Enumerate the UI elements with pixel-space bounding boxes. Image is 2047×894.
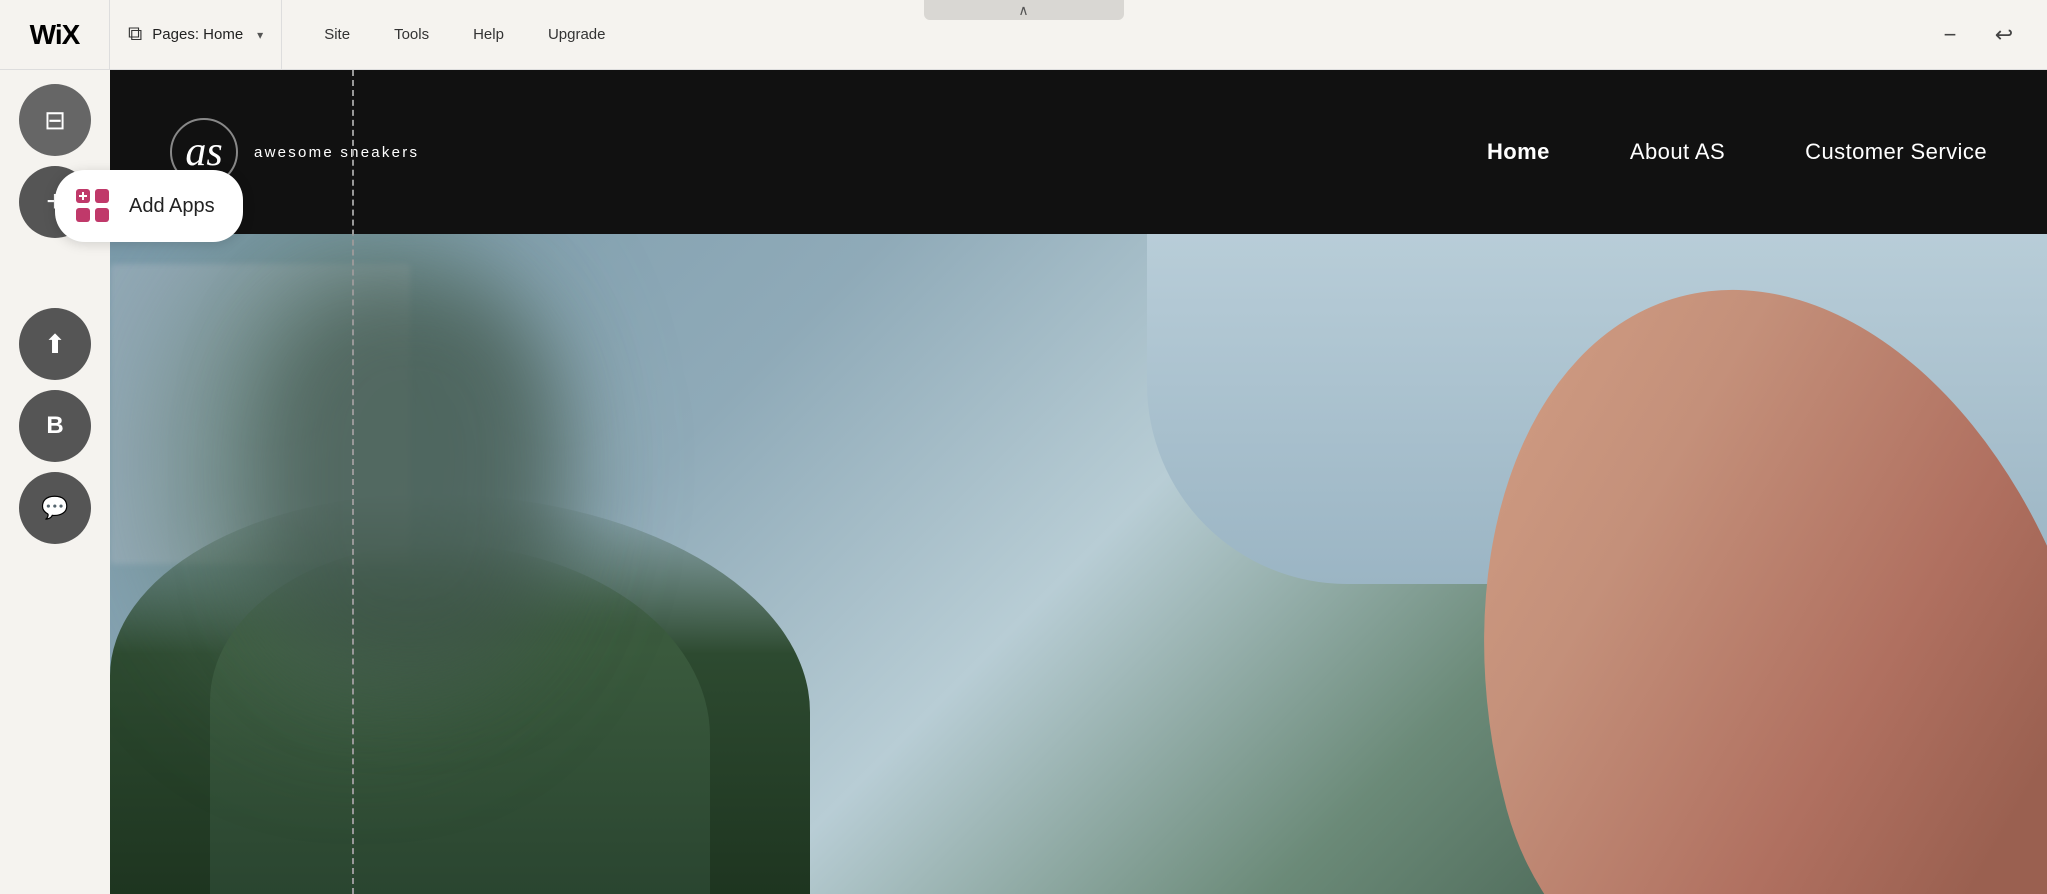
site-nav-customer-service[interactable]: Customer Service — [1805, 139, 1987, 165]
website-preview: as awesome sneakers Home About AS Custom… — [110, 70, 2047, 894]
wix-logo: WiX — [30, 19, 80, 51]
add-apps-label: Add Apps — [129, 195, 215, 218]
upload-icon: ⬆ — [44, 329, 66, 360]
canvas-area: as awesome sneakers Home About AS Custom… — [110, 70, 2047, 894]
add-apps-tooltip[interactable]: Add Apps — [55, 170, 243, 242]
sidebar-pages-button[interactable]: ⊟ — [19, 84, 91, 156]
chat-icon: 💬 — [41, 495, 68, 521]
hero-bg-blur-2 — [260, 284, 560, 684]
toolbar: WiX ⧉ Pages: Home ▾ Site Tools Help Upgr… — [0, 0, 2047, 70]
blog-icon: B — [46, 412, 63, 440]
site-navbar: as awesome sneakers Home About AS Custom… — [110, 70, 2047, 234]
pages-dropdown[interactable]: ⧉ Pages: Home ▾ — [110, 0, 282, 69]
site-nav-links: Home About AS Customer Service — [1487, 139, 1987, 165]
apps-dot-1 — [76, 189, 90, 203]
pages-chevron-icon: ▾ — [257, 28, 263, 42]
site-nav-home[interactable]: Home — [1487, 139, 1550, 165]
toolbar-site-menu[interactable]: Site — [302, 0, 372, 69]
collapse-handle[interactable]: ∧ — [924, 0, 1124, 20]
zoom-out-button[interactable]: − — [1931, 16, 1969, 54]
apps-dot-3 — [76, 208, 90, 222]
pages-label: Pages: Home — [152, 26, 243, 43]
sidebar-blog-button[interactable]: B — [19, 390, 91, 462]
hero-area — [110, 234, 2047, 894]
apps-dot-4 — [95, 208, 109, 222]
toolbar-help-menu[interactable]: Help — [451, 0, 526, 69]
sidebar-upload-button[interactable]: ⬆ — [19, 308, 91, 380]
sidebar-chat-button[interactable]: 💬 — [19, 472, 91, 544]
toolbar-nav: Site Tools Help Upgrade — [302, 0, 627, 69]
toolbar-right: − ↩ — [1931, 16, 2047, 54]
toolbar-tools-menu[interactable]: Tools — [372, 0, 451, 69]
collapse-chevron-icon: ∧ — [1018, 2, 1028, 19]
wix-logo-area: WiX — [0, 0, 110, 69]
site-logo-text: awesome sneakers — [254, 144, 419, 161]
toolbar-upgrade-menu[interactable]: Upgrade — [526, 0, 628, 69]
site-nav-about[interactable]: About AS — [1630, 139, 1725, 165]
undo-button[interactable]: ↩ — [1985, 16, 2023, 54]
add-apps-icon-wrap — [71, 184, 115, 228]
guide-line — [352, 70, 354, 894]
pages-copy-icon: ⧉ — [128, 23, 142, 46]
apps-dot-2 — [95, 189, 109, 203]
apps-grid-icon — [76, 189, 110, 223]
pages-icon: ⊟ — [44, 105, 66, 136]
